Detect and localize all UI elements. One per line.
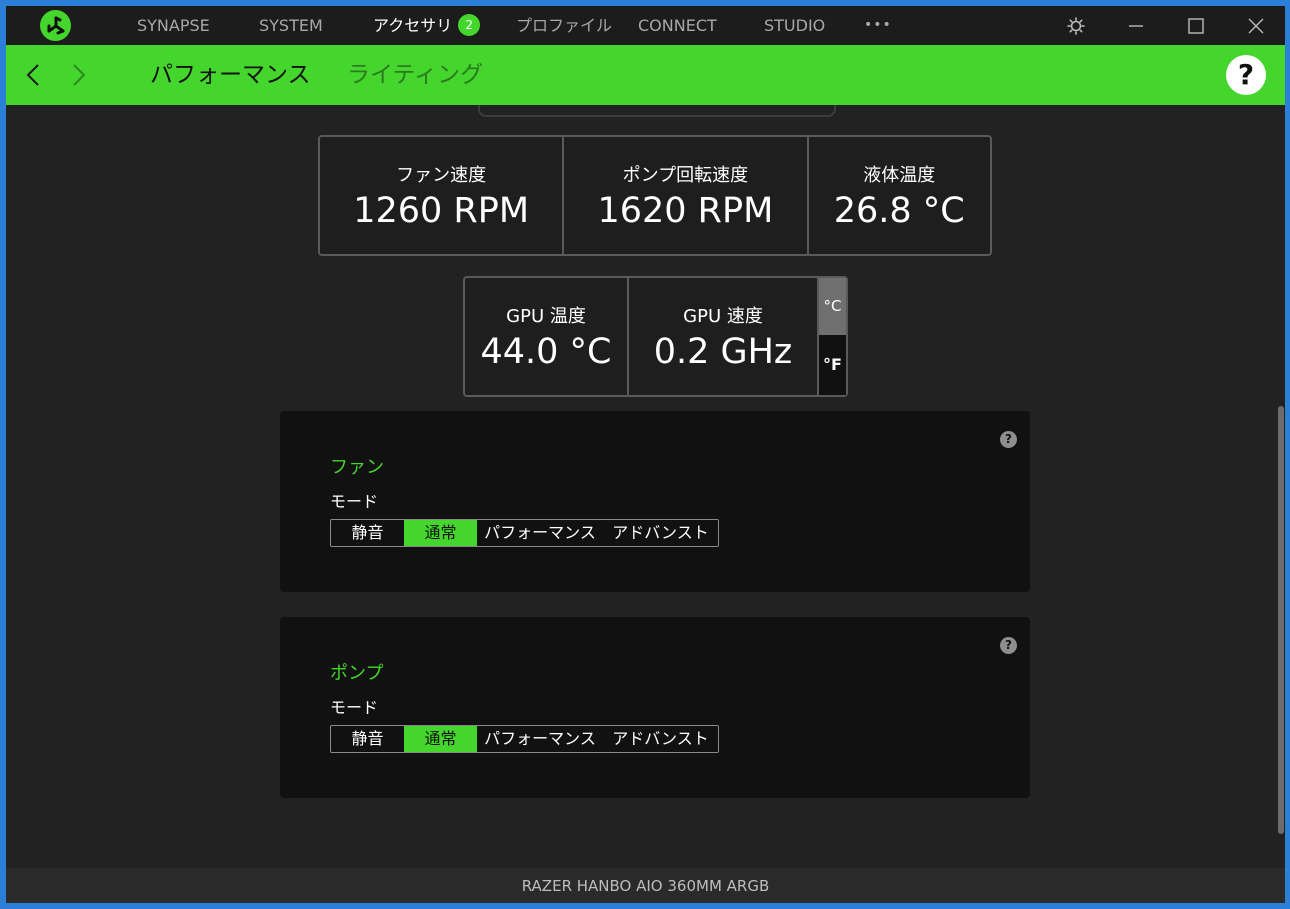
close-icon[interactable]	[1236, 6, 1276, 45]
celsius-option[interactable]: °C	[819, 278, 846, 335]
pump-mode-label: モード	[330, 698, 379, 717]
pump-panel-title: ポンプ	[330, 663, 384, 684]
sub-navigation-bar: パフォーマンス ライティング ?	[6, 45, 1285, 105]
nav-system[interactable]: SYSTEM	[259, 6, 323, 45]
gpu-temp-value: 44.0 °C	[480, 332, 612, 372]
gpu-stats-group: GPU 温度 44.0 °C GPU 速度 0.2 GHz °C °F	[463, 276, 848, 397]
nav-connect[interactable]: CONNECT	[638, 6, 717, 45]
nav-synapse[interactable]: SYNAPSE	[137, 6, 210, 45]
pump-mode-advanced[interactable]: アドバンスト	[603, 726, 718, 752]
temperature-unit-toggle[interactable]: °C °F	[817, 278, 846, 395]
fan-speed-stat: ファン速度 1260 RPM	[320, 137, 562, 254]
gpu-speed-label: GPU 速度	[683, 306, 763, 327]
nav-accessories[interactable]: アクセサリ 2	[373, 6, 481, 45]
tab-lighting[interactable]: ライティング	[347, 45, 483, 105]
forward-arrow-icon[interactable]	[64, 60, 94, 90]
back-arrow-icon[interactable]	[18, 60, 48, 90]
pump-mode-performance[interactable]: パフォーマンス	[477, 726, 603, 752]
fan-mode-performance[interactable]: パフォーマンス	[477, 520, 603, 546]
pump-speed-label: ポンプ回転速度	[622, 165, 749, 186]
fan-mode-normal[interactable]: 通常	[404, 520, 477, 546]
nav-profile[interactable]: プロファイル	[516, 6, 612, 45]
fan-mode-selector: 静音 通常 パフォーマンス アドバンスト	[330, 519, 719, 547]
nav-studio[interactable]: STUDIO	[764, 6, 825, 45]
pump-mode-silent[interactable]: 静音	[331, 726, 404, 752]
fan-panel-title: ファン	[330, 457, 384, 478]
maximize-icon[interactable]	[1176, 6, 1216, 45]
gpu-temp-stat: GPU 温度 44.0 °C	[465, 278, 627, 395]
gpu-speed-stat: GPU 速度 0.2 GHz	[627, 278, 817, 395]
cooling-stats-group: ファン速度 1260 RPM ポンプ回転速度 1620 RPM 液体温度 26.…	[318, 135, 992, 256]
tab-performance[interactable]: パフォーマンス	[150, 45, 311, 105]
fan-mode-label: モード	[330, 492, 379, 511]
fan-panel: ? ファン モード 静音 通常 パフォーマンス アドバンスト	[280, 411, 1030, 592]
fan-mode-silent[interactable]: 静音	[331, 520, 404, 546]
app-window: SYNAPSE SYSTEM アクセサリ 2 プロファイル CONNECT STU…	[6, 6, 1285, 903]
help-icon[interactable]: ?	[1226, 55, 1266, 95]
pump-help-icon[interactable]: ?	[1000, 637, 1017, 654]
device-name-footer: RAZER HANBO AIO 360MM ARGB	[6, 868, 1285, 903]
liquid-temp-stat: 液体温度 26.8 °C	[806, 137, 990, 254]
liquid-temp-value: 26.8 °C	[833, 191, 965, 231]
vertical-scrollbar[interactable]	[1278, 406, 1284, 834]
collapsed-section-edge	[478, 105, 836, 117]
fan-mode-advanced[interactable]: アドバンスト	[603, 520, 718, 546]
liquid-temp-label: 液体温度	[863, 165, 936, 186]
nav-more-icon[interactable]: •••	[864, 6, 892, 45]
gpu-speed-value: 0.2 GHz	[653, 332, 793, 372]
nav-accessories-label: アクセサリ	[373, 16, 453, 35]
pump-speed-stat: ポンプ回転速度 1620 RPM	[562, 137, 806, 254]
pump-speed-value: 1620 RPM	[597, 191, 774, 231]
fan-speed-label: ファン速度	[396, 165, 487, 186]
razer-logo-icon[interactable]	[40, 10, 71, 41]
minimize-icon[interactable]	[1116, 6, 1156, 45]
fahrenheit-option[interactable]: °F	[819, 335, 846, 395]
pump-mode-selector: 静音 通常 パフォーマンス アドバンスト	[330, 725, 719, 753]
title-bar: SYNAPSE SYSTEM アクセサリ 2 プロファイル CONNECT STU…	[6, 6, 1285, 45]
fan-speed-value: 1260 RPM	[353, 191, 530, 231]
gpu-temp-label: GPU 温度	[506, 306, 586, 327]
pump-mode-normal[interactable]: 通常	[404, 726, 477, 752]
main-content: ファン速度 1260 RPM ポンプ回転速度 1620 RPM 液体温度 26.…	[6, 105, 1285, 868]
accessories-count-badge: 2	[458, 13, 481, 36]
settings-gear-icon[interactable]	[1056, 6, 1096, 45]
fan-help-icon[interactable]: ?	[1000, 431, 1017, 448]
pump-panel: ? ポンプ モード 静音 通常 パフォーマンス アドバンスト	[280, 617, 1030, 798]
